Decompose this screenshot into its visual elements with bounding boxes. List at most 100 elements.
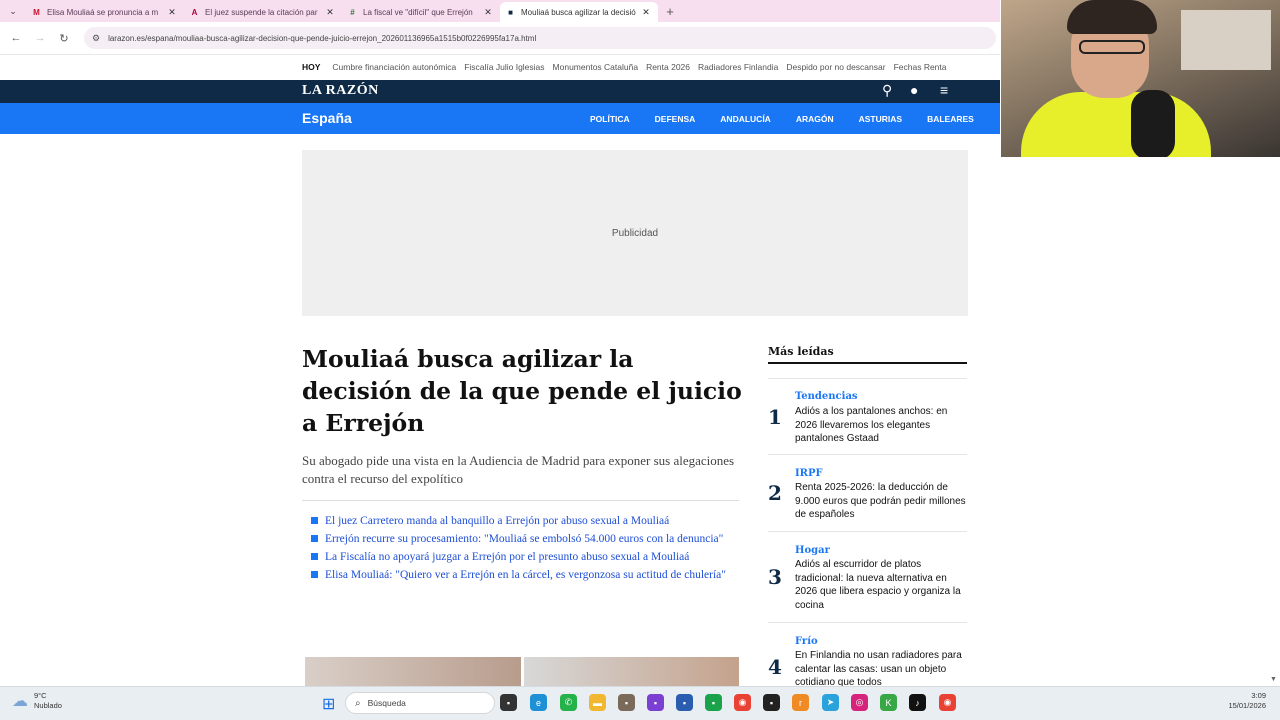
app-icon[interactable]: ▪: [618, 694, 635, 711]
divider: [302, 500, 739, 501]
tab-1[interactable]: M Elisa Mouliaá se pronuncia a m ✕: [26, 2, 184, 22]
forward-icon[interactable]: →: [28, 32, 52, 44]
tab-title: La fiscal ve "difícil" que Errejón: [363, 7, 473, 17]
bullet-icon: [311, 571, 318, 578]
close-icon[interactable]: ✕: [482, 7, 494, 18]
rank-category[interactable]: Frío: [795, 636, 818, 647]
rank-text[interactable]: Adiós al escurridor de platos tradiciona…: [795, 558, 967, 612]
person-shirt: [1021, 92, 1211, 157]
tiktok-icon[interactable]: ♪: [909, 694, 926, 711]
most-read-item[interactable]: 3 Hogar Adiós al escurridor de platos tr…: [768, 531, 967, 622]
topic-link[interactable]: Fiscalía Julio Iglesias: [464, 62, 544, 72]
topic-link[interactable]: Despido por no descansar: [786, 62, 885, 72]
site-info-icon[interactable]: ⚙: [92, 33, 100, 44]
article-subtitle: Su abogado pide una vista en la Audienci…: [302, 453, 735, 486]
system-clock[interactable]: 3:09 15/01/2026: [1216, 691, 1266, 711]
tab-favicon: A: [191, 7, 198, 17]
background-shelf: [1181, 10, 1271, 70]
site-logo[interactable]: LA RAZÓN: [302, 83, 379, 99]
rtve-icon[interactable]: r: [792, 694, 809, 711]
related-link-text[interactable]: La Fiscalía no apoyará juzgar a Errejón …: [325, 550, 689, 564]
windows-start-icon[interactable]: ⊞: [322, 694, 335, 714]
person-hair: [1067, 0, 1157, 34]
related-link-text[interactable]: El juez Carretero manda al banquillo a E…: [325, 514, 669, 528]
whatsapp-icon[interactable]: ✆: [560, 694, 577, 711]
tab-4-active[interactable]: ■ Mouliaá busca agilizar la decisió ✕: [500, 2, 658, 22]
topic-link[interactable]: Renta 2026: [646, 62, 690, 72]
nav-asturias[interactable]: ASTURIAS: [859, 114, 902, 124]
weather-temp: 9°C: [34, 691, 47, 700]
search-placeholder: Búsqueda: [367, 698, 406, 708]
taskbar-search[interactable]: ⌕ Búsqueda: [345, 692, 495, 714]
instagram-icon[interactable]: ◎: [851, 694, 868, 711]
back-icon[interactable]: ←: [4, 32, 28, 44]
tab-3[interactable]: # La fiscal ve "difícil" que Errejón ✕: [342, 2, 500, 22]
reload-icon[interactable]: ↻: [52, 32, 76, 45]
tab-search-icon[interactable]: ⌄: [0, 0, 26, 22]
related-link[interactable]: La Fiscalía no apoyará juzgar a Errejón …: [311, 550, 739, 564]
topic-link[interactable]: Fechas Renta: [894, 62, 947, 72]
url-field[interactable]: ⚙ larazon.es/espana/mouliaa-busca-agiliz…: [84, 27, 996, 49]
rank-text[interactable]: En Finlandia no usan radiadores para cal…: [795, 649, 967, 686]
nav-baleares[interactable]: BALEARES: [927, 114, 974, 124]
tab-favicon: ■: [508, 7, 513, 17]
most-read-rule: [768, 362, 967, 364]
topic-link[interactable]: Radiadores Finlandia: [698, 62, 778, 72]
related-link[interactable]: El juez Carretero manda al banquillo a E…: [311, 514, 739, 528]
app-blue-icon[interactable]: ▪: [676, 694, 693, 711]
search-icon[interactable]: ⚲: [882, 82, 892, 99]
related-link-text[interactable]: Elisa Mouliaá: "Quiero ver a Errejón en …: [325, 568, 726, 582]
tab-2[interactable]: A El juez suspende la citación par ✕: [184, 2, 342, 22]
topic-link[interactable]: Cumbre financiación autonómica: [332, 62, 456, 72]
most-read-item[interactable]: 2 IRPF Renta 2025-2026: la deducción de …: [768, 454, 967, 531]
tab-bar: ⌄ M Elisa Mouliaá se pronuncia a m ✕ A E…: [0, 0, 1000, 22]
rank-category[interactable]: IRPF: [795, 468, 823, 479]
related-link[interactable]: Elisa Mouliaá: "Quiero ver a Errejón en …: [311, 568, 739, 582]
section-title[interactable]: España: [302, 110, 352, 126]
file-explorer-icon[interactable]: ▬: [589, 694, 606, 711]
edge-icon[interactable]: e: [530, 694, 547, 711]
rank-text[interactable]: Adiós a los pantalones anchos: en 2026 l…: [795, 405, 967, 446]
close-icon[interactable]: ✕: [640, 7, 652, 18]
webcam-overlay: [1001, 0, 1280, 157]
microphone: [1131, 90, 1175, 157]
related-link[interactable]: Errejón recurre su procesamiento: "Mouli…: [311, 532, 739, 546]
nav-defensa[interactable]: DEFENSA: [655, 114, 696, 124]
chrome-profile-icon[interactable]: ◉: [939, 694, 956, 711]
app-k-icon[interactable]: K: [880, 694, 897, 711]
cloud-icon: ☁: [12, 693, 28, 710]
telegram-icon[interactable]: ➤: [822, 694, 839, 711]
nav-politica[interactable]: POLÍTICA: [590, 114, 630, 124]
taskbar: ☁ 9°C Nublado ⊞ ⌕ Búsqueda ▪ e ✆ ▬ ▪ ▪ ▪…: [0, 686, 1280, 720]
url-text: larazon.es/espana/mouliaa-busca-agilizar…: [108, 33, 537, 43]
rank-category[interactable]: Tendencias: [795, 391, 858, 402]
chrome-icon[interactable]: ◉: [734, 694, 751, 711]
rank-number: 3: [768, 565, 782, 589]
nav-andalucia[interactable]: ANDALUCÍA: [720, 114, 771, 124]
app-green-icon[interactable]: ▪: [705, 694, 722, 711]
person-glasses: [1079, 40, 1145, 54]
rank-text[interactable]: Renta 2025-2026: la deducción de 9.000 e…: [795, 481, 967, 522]
weather-widget[interactable]: ☁ 9°C Nublado: [12, 691, 62, 711]
app-purple-icon[interactable]: ▪: [647, 694, 664, 711]
related-links: El juez Carretero manda al banquillo a E…: [311, 514, 739, 586]
clock-time: 3:09: [1251, 691, 1266, 700]
task-view-icon[interactable]: ▪: [500, 694, 517, 711]
scroll-down-icon[interactable]: ▼: [1270, 676, 1277, 683]
rank-number: 4: [768, 655, 782, 679]
nav-aragon[interactable]: ARAGÓN: [796, 114, 834, 124]
address-bar: ← → ↻ ⚙ larazon.es/espana/mouliaa-busca-…: [0, 22, 1000, 55]
related-link-text[interactable]: Errejón recurre su procesamiento: "Mouli…: [325, 532, 723, 546]
most-read-item[interactable]: 4 Frío En Finlandia no usan radiadores p…: [768, 622, 967, 686]
app-dark-icon[interactable]: ▪: [763, 694, 780, 711]
menu-icon[interactable]: ≡: [940, 82, 948, 98]
topic-link[interactable]: Monumentos Cataluña: [553, 62, 639, 72]
new-tab-button[interactable]: +: [658, 4, 682, 19]
most-read-item[interactable]: 1 Tendencias Adiós a los pantalones anch…: [768, 378, 967, 454]
close-icon[interactable]: ✕: [166, 7, 178, 18]
close-icon[interactable]: ✕: [324, 7, 336, 18]
rank-category[interactable]: Hogar: [795, 545, 830, 556]
user-icon[interactable]: ●: [910, 82, 918, 98]
ad-label: Publicidad: [611, 227, 659, 239]
most-read-title: Más leídas: [768, 345, 834, 358]
